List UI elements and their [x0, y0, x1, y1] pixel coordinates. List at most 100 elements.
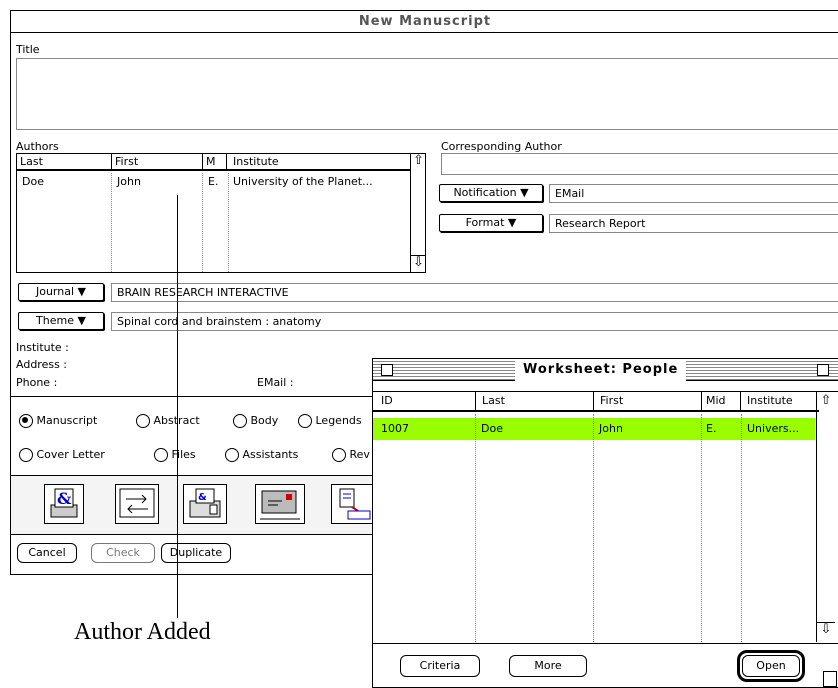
authors-label: Authors [16, 140, 59, 153]
person-institute: Univers... [747, 422, 800, 435]
col-first[interactable]: First [594, 392, 702, 412]
radio-button-icon[interactable] [233, 414, 247, 428]
journal-field[interactable]: BRAIN RESEARCH INTERACTIVE [111, 283, 838, 302]
annotation-label: Author Added [74, 619, 211, 645]
radio-label: Legends [315, 414, 362, 427]
people-scrollbar[interactable]: ⇧ ⇩ [816, 392, 835, 642]
author-institute: University of the Planet... [233, 175, 373, 188]
radio-label: Assistants [242, 448, 299, 461]
radio-button-icon[interactable] [298, 414, 312, 428]
radio-label: Manuscript [36, 414, 98, 427]
col-id[interactable]: ID [373, 392, 476, 412]
grow-box-icon[interactable] [823, 671, 837, 687]
journal-popup[interactable]: Journal ▼ [18, 283, 104, 301]
radio-body[interactable]: Body [233, 414, 278, 428]
col-divider [741, 414, 742, 642]
radio-files[interactable]: Files [154, 448, 196, 462]
format-label: Format [465, 216, 505, 229]
open-button[interactable]: Open [742, 655, 800, 677]
theme-label: Theme [36, 314, 74, 327]
table-row[interactable]: Doe John E. University of the Planet... [17, 175, 410, 191]
person-first: John [599, 422, 623, 435]
format-value: Research Report [555, 217, 646, 230]
notification-value: EMail [555, 187, 585, 200]
annotation-leader-line [177, 195, 178, 618]
close-box-icon[interactable] [381, 364, 393, 376]
chevron-down-icon: ▼ [520, 186, 529, 199]
radio-button-icon[interactable] [136, 414, 150, 428]
author-last: Doe [22, 175, 44, 188]
address-label: Address : [16, 358, 68, 371]
radio-button-icon[interactable] [154, 448, 168, 462]
title-field[interactable] [16, 58, 838, 130]
worksheet-window: Worksheet: People ID Last First Mid Inst… [372, 358, 838, 688]
title-label: Title [16, 43, 40, 56]
authors-table: Last First M Institute Doe John E. Unive… [16, 153, 426, 273]
radio-assistants[interactable]: Assistants [225, 448, 298, 462]
radio-label: Files [171, 448, 196, 461]
window-title[interactable]: New Manuscript [11, 11, 838, 33]
theme-field[interactable]: Spinal cord and brainstem : anatomy [111, 312, 838, 331]
scroll-up-icon[interactable]: ⇧ [817, 394, 835, 410]
corresponding-author-label: Corresponding Author [441, 140, 562, 153]
cancel-button[interactable]: Cancel [17, 543, 77, 563]
scroll-down-icon[interactable]: ⇩ [411, 255, 426, 271]
radio-button-icon[interactable] [225, 448, 239, 462]
worksheet-titlebar[interactable]: Worksheet: People [373, 359, 838, 381]
radio-rev[interactable]: Rev [332, 448, 370, 462]
theme-popup[interactable]: Theme ▼ [18, 312, 104, 330]
radio-label: Body [250, 414, 279, 427]
notification-label: Notification [453, 186, 517, 199]
people-header: ID Last First Mid Institute [373, 392, 819, 412]
fax-icon[interactable]: & [183, 484, 227, 524]
phone-label: Phone : [16, 376, 58, 389]
radio-cover-letter[interactable]: Cover Letter [19, 448, 105, 462]
scroll-down-icon[interactable]: ⇩ [817, 622, 835, 640]
more-button[interactable]: More [509, 655, 587, 677]
radio-legends[interactable]: Legends [298, 414, 362, 428]
person-last: Doe [481, 422, 503, 435]
document-export-icon[interactable] [331, 484, 375, 524]
journal-value: BRAIN RESEARCH INTERACTIVE [117, 286, 289, 299]
table-row[interactable]: 1007 Doe John E. Univers... [373, 418, 815, 440]
col-institute[interactable]: Institute [230, 154, 408, 171]
person-mid: E. [706, 422, 717, 435]
radio-label: Cover Letter [36, 448, 105, 461]
notification-popup[interactable]: Notification ▼ [439, 184, 543, 202]
theme-value: Spinal cord and brainstem : anatomy [117, 315, 322, 328]
radio-abstract[interactable]: Abstract [136, 414, 200, 428]
col-last[interactable]: Last [17, 154, 112, 171]
author-middle: E. [208, 175, 219, 188]
col-last[interactable]: Last [476, 392, 594, 412]
col-divider [475, 414, 476, 642]
criteria-button[interactable]: Criteria [400, 655, 480, 677]
radio-button-icon[interactable] [19, 448, 33, 462]
zoom-box-icon[interactable] [817, 364, 829, 376]
scroll-up-icon[interactable]: ⇧ [411, 154, 426, 170]
authors-header: Last First M Institute [17, 154, 410, 171]
email-label: EMail : [257, 376, 294, 389]
check-button[interactable]: Check [91, 543, 155, 563]
people-table: ID Last First Mid Institute 1007 Doe Joh… [373, 391, 838, 643]
col-m[interactable]: M [203, 154, 227, 171]
col-mid[interactable]: Mid [702, 392, 741, 412]
notification-field[interactable]: EMail [549, 184, 838, 203]
format-popup[interactable]: Format ▼ [439, 214, 543, 232]
institute-label: Institute : [16, 341, 69, 354]
radio-manuscript[interactable]: Manuscript [19, 414, 97, 428]
col-first[interactable]: First [112, 154, 203, 171]
duplicate-button[interactable]: Duplicate [161, 543, 231, 563]
corresponding-author-field[interactable] [441, 153, 838, 175]
transfer-icon[interactable] [115, 484, 159, 524]
col-institute[interactable]: Institute [743, 392, 819, 412]
chevron-down-icon: ▼ [507, 216, 517, 229]
email-icon[interactable] [255, 484, 305, 524]
divider [373, 643, 838, 644]
print-manuscript-icon[interactable]: & [44, 484, 84, 524]
authors-scrollbar[interactable]: ⇧ ⇩ [410, 154, 426, 272]
radio-button-icon[interactable] [19, 414, 33, 428]
radio-button-icon[interactable] [332, 448, 346, 462]
author-first: John [117, 175, 141, 188]
person-id: 1007 [381, 422, 409, 435]
format-field[interactable]: Research Report [549, 214, 838, 233]
